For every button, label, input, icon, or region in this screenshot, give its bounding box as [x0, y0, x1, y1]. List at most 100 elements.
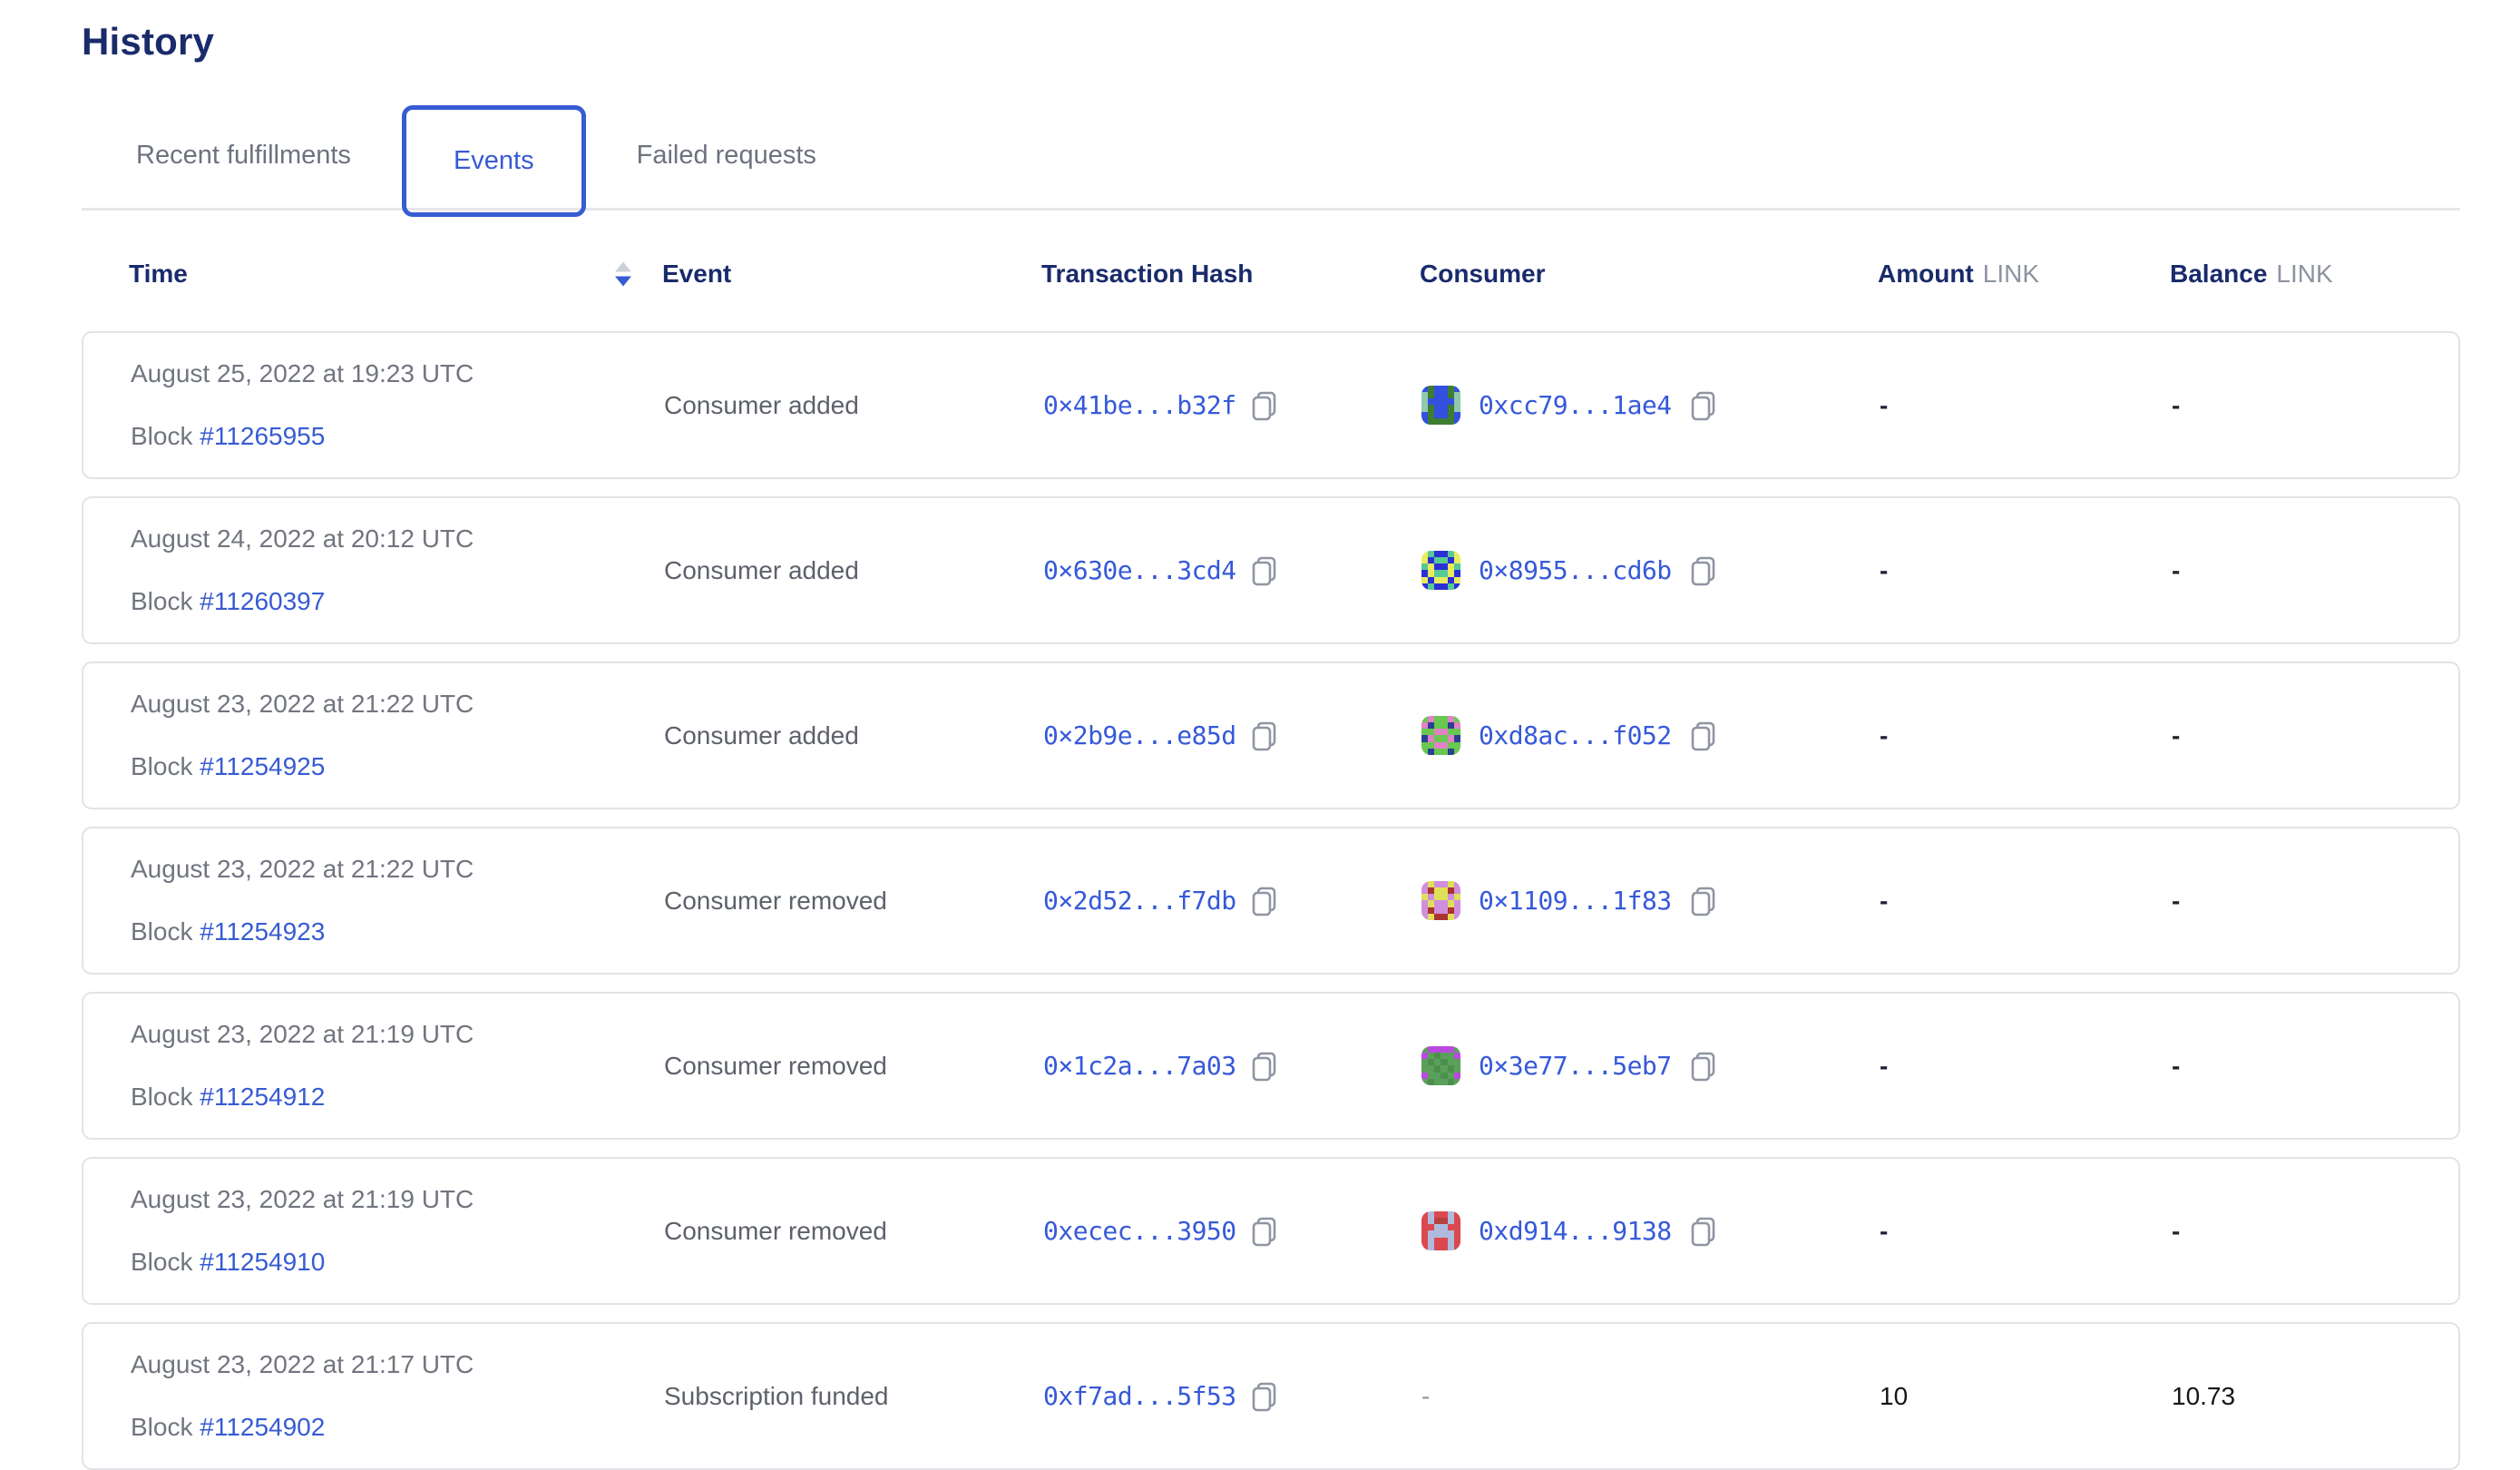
- table-row: August 23, 2022 at 21:17 UTC Block #1125…: [82, 1322, 2460, 1470]
- tab-events[interactable]: Events: [402, 105, 586, 217]
- copy-icon[interactable]: [1251, 886, 1278, 916]
- event-type-label: Consumer removed: [664, 1217, 887, 1245]
- time-cell: August 23, 2022 at 21:22 UTC Block #1125…: [131, 855, 664, 946]
- event-type-label: Subscription funded: [664, 1382, 889, 1410]
- block-number-link[interactable]: #11260397: [200, 587, 325, 615]
- consumer-avatar: [1421, 881, 1460, 920]
- copy-icon[interactable]: [1251, 555, 1278, 586]
- transaction-hash-link[interactable]: 0×41be...b32f: [1043, 390, 1236, 420]
- amount-cell: -: [1880, 887, 2172, 916]
- event-timestamp: August 23, 2022 at 21:17 UTC: [131, 1350, 664, 1379]
- block-number-link[interactable]: #11254910: [200, 1248, 325, 1276]
- amount-value: 10: [1880, 1382, 1908, 1410]
- copy-icon[interactable]: [1251, 1216, 1278, 1247]
- event-timestamp: August 23, 2022 at 21:19 UTC: [131, 1185, 664, 1214]
- sort-descending-icon[interactable]: [615, 261, 631, 286]
- balance-cell: -: [2172, 1217, 2411, 1246]
- copy-icon[interactable]: [1690, 1216, 1717, 1247]
- consumer-address-link[interactable]: 0xcc79...1ae4: [1479, 390, 1672, 420]
- balance-cell: -: [2172, 391, 2411, 420]
- block-line: Block #11254902: [131, 1413, 664, 1442]
- column-header-transaction-hash: Transaction Hash: [1041, 260, 1420, 289]
- transaction-hash-link[interactable]: 0×2b9e...e85d: [1043, 720, 1236, 750]
- tab-bar: Recent fulfillments Events Failed reques…: [127, 100, 2460, 211]
- block-label: Block: [131, 422, 192, 450]
- event-cell: Consumer removed: [664, 1217, 1043, 1246]
- time-cell: August 24, 2022 at 20:12 UTC Block #1126…: [131, 524, 664, 616]
- amount-cell: -: [1880, 721, 2172, 750]
- tab-recent-fulfillments[interactable]: Recent fulfillments: [127, 141, 360, 171]
- event-timestamp: August 25, 2022 at 19:23 UTC: [131, 359, 664, 388]
- sort-up-arrow-icon: [615, 261, 631, 271]
- block-line: Block #11254923: [131, 917, 664, 946]
- copy-icon[interactable]: [1690, 1051, 1717, 1082]
- transaction-hash-cell: 0xecec...3950: [1043, 1216, 1421, 1247]
- transaction-hash-link[interactable]: 0xf7ad...5f53: [1043, 1381, 1236, 1411]
- transaction-hash-link[interactable]: 0×630e...3cd4: [1043, 555, 1236, 585]
- consumer-avatar: [1421, 386, 1460, 425]
- copy-icon[interactable]: [1251, 1381, 1278, 1412]
- column-header-amount-label: Amount: [1878, 260, 1974, 288]
- balance-value: -: [2172, 721, 2180, 750]
- transaction-hash-link[interactable]: 0×1c2a...7a03: [1043, 1051, 1236, 1081]
- table-row: August 24, 2022 at 20:12 UTC Block #1126…: [82, 496, 2460, 644]
- block-label: Block: [131, 1248, 192, 1276]
- amount-value: -: [1880, 721, 1888, 750]
- copy-icon[interactable]: [1251, 390, 1278, 421]
- time-cell: August 25, 2022 at 19:23 UTC Block #1126…: [131, 359, 664, 451]
- transaction-hash-link[interactable]: 0×2d52...f7db: [1043, 886, 1236, 916]
- block-line: Block #11265955: [131, 422, 664, 451]
- copy-icon[interactable]: [1690, 555, 1717, 586]
- column-header-time-label: Time: [129, 260, 188, 288]
- block-number-link[interactable]: #11265955: [200, 422, 325, 450]
- tab-failed-requests[interactable]: Failed requests: [628, 141, 825, 171]
- block-number-link[interactable]: #11254923: [200, 917, 325, 946]
- balance-cell: -: [2172, 887, 2411, 916]
- block-label: Block: [131, 917, 192, 946]
- balance-cell: -: [2172, 721, 2411, 750]
- consumer-address-link[interactable]: 0×3e77...5eb7: [1479, 1051, 1672, 1081]
- block-number-link[interactable]: #11254912: [200, 1083, 325, 1111]
- block-label: Block: [131, 1083, 192, 1111]
- block-line: Block #11254910: [131, 1248, 664, 1277]
- amount-cell: -: [1880, 391, 2172, 420]
- amount-value: -: [1880, 1052, 1888, 1080]
- balance-cell: -: [2172, 1052, 2411, 1081]
- balance-value: -: [2172, 556, 2180, 584]
- event-type-label: Consumer added: [664, 556, 859, 584]
- consumer-avatar: [1421, 551, 1460, 590]
- copy-icon[interactable]: [1690, 886, 1717, 916]
- table-row: August 25, 2022 at 19:23 UTC Block #1126…: [82, 331, 2460, 479]
- column-header-event: Event: [662, 260, 1041, 289]
- column-header-balance: BalanceLINK: [2170, 260, 2413, 289]
- transaction-hash-cell: 0×2d52...f7db: [1043, 886, 1421, 916]
- copy-icon[interactable]: [1251, 720, 1278, 751]
- balance-value: -: [2172, 887, 2180, 915]
- event-cell: Consumer removed: [664, 887, 1043, 916]
- column-header-consumer: Consumer: [1420, 260, 1878, 289]
- table-row: August 23, 2022 at 21:22 UTC Block #1125…: [82, 662, 2460, 809]
- copy-icon[interactable]: [1251, 1051, 1278, 1082]
- consumer-cell: 0xd914...9138: [1421, 1211, 1880, 1250]
- transaction-hash-link[interactable]: 0xecec...3950: [1043, 1216, 1236, 1246]
- consumer-address-link[interactable]: 0×1109...1f83: [1479, 886, 1672, 916]
- consumer-cell: 0×1109...1f83: [1421, 881, 1880, 920]
- balance-value: -: [2172, 1217, 2180, 1245]
- amount-unit-label: LINK: [1983, 260, 2039, 288]
- consumer-address-link[interactable]: 0×8955...cd6b: [1479, 555, 1672, 585]
- copy-icon[interactable]: [1690, 390, 1717, 421]
- consumer-address-link[interactable]: 0xd914...9138: [1479, 1216, 1672, 1246]
- consumer-cell: 0×8955...cd6b: [1421, 551, 1880, 590]
- event-type-label: Consumer added: [664, 391, 859, 419]
- column-header-balance-label: Balance: [2170, 260, 2267, 288]
- copy-icon[interactable]: [1690, 720, 1717, 751]
- block-label: Block: [131, 1413, 192, 1441]
- block-number-link[interactable]: #11254925: [200, 752, 325, 780]
- consumer-avatar: [1421, 716, 1460, 755]
- block-number-link[interactable]: #11254902: [200, 1413, 325, 1441]
- block-line: Block #11254925: [131, 752, 664, 781]
- amount-value: -: [1880, 556, 1888, 584]
- balance-cell: 10.73: [2172, 1382, 2411, 1411]
- consumer-address-link[interactable]: 0xd8ac...f052: [1479, 720, 1672, 750]
- block-label: Block: [131, 752, 192, 780]
